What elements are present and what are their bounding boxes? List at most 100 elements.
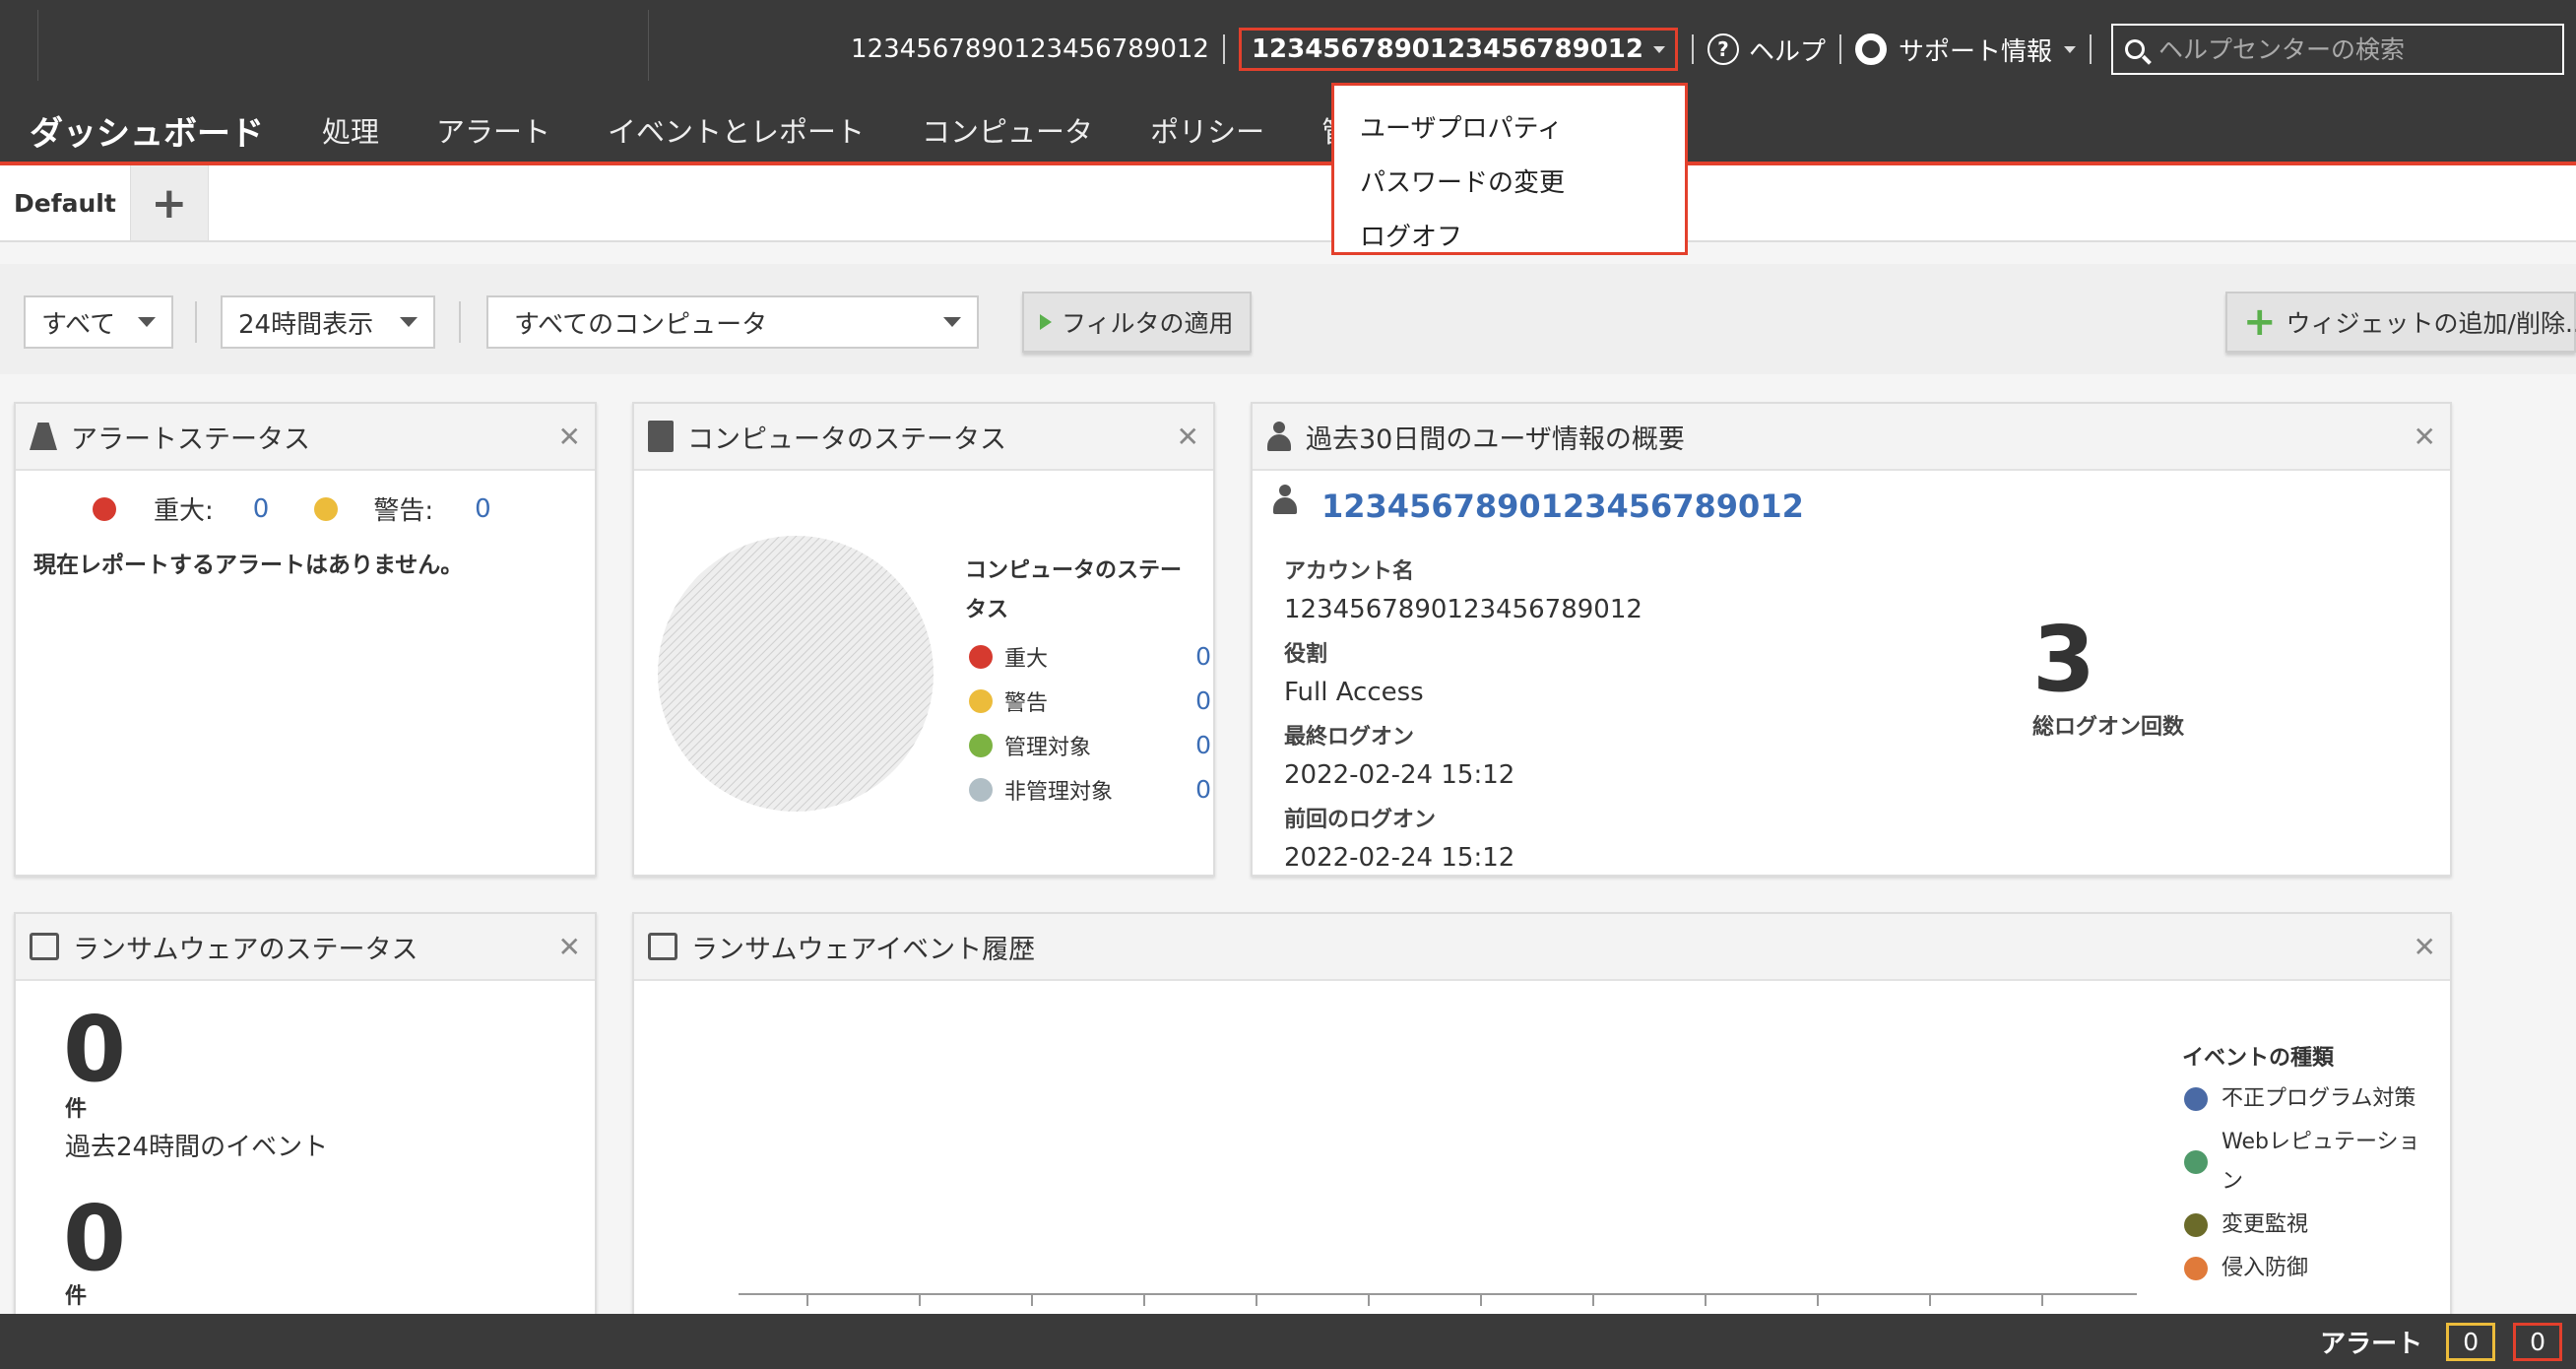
apply-filter-button[interactable]: フィルタの適用	[1022, 292, 1252, 353]
last-logon-value: 2022-02-24 15:12	[1284, 760, 1515, 790]
logon-count-label: 総ログオン回数	[2032, 715, 2185, 740]
tab-default[interactable]: Default	[0, 165, 130, 240]
username-link[interactable]: 1234567890123456789012	[1321, 488, 1804, 525]
user-details: アカウント名 1234567890123456789012 役割 Full Ac…	[1284, 554, 1642, 875]
close-icon[interactable]: ✕	[1177, 421, 1199, 453]
help-search-box[interactable]	[2111, 24, 2564, 75]
legend-label: 管理対象	[1004, 735, 1092, 760]
status-footer: アラート 0 0	[0, 1314, 2576, 1369]
computers-select-value: すべてのコンピュータ	[514, 309, 768, 340]
add-widget-label: ウィジェットの追加/削除...	[2286, 309, 2576, 338]
legend-item: 侵入防御	[2184, 1249, 2420, 1288]
ransomware-status-widget: ランサムウェアのステータス ✕ 0 件 過去24時間のイベント 0 件	[14, 912, 597, 1326]
add-widget-button[interactable]: + ウィジェットの追加/削除...	[2225, 292, 2576, 353]
close-icon[interactable]: ✕	[2414, 421, 2436, 453]
close-icon[interactable]: ✕	[558, 421, 581, 453]
nav-dashboard[interactable]: ダッシュボード	[30, 106, 264, 155]
account-value: 1234567890123456789012	[1284, 595, 1642, 624]
menu-item-logoff[interactable]: ログオフ	[1334, 208, 1685, 262]
legend-item: 不正プログラム対策	[2184, 1079, 2420, 1119]
warning-count[interactable]: 0	[475, 494, 491, 524]
menu-item-change-password[interactable]: パスワードの変更	[1334, 154, 1685, 208]
ransomware-history-widget: ランサムウェアイベント履歴 ✕ イベントの種類 不正プログラム対策 Webレピュ…	[632, 912, 2452, 1326]
computer-status-widget: コンピュータのステータス ✕ コンピュータのステータス 重大 0 警告 0 管理…	[632, 402, 1215, 877]
divider	[1691, 34, 1694, 64]
alert-icon	[30, 423, 57, 450]
footer-alert-label[interactable]: アラート	[2320, 1324, 2422, 1360]
computers-select[interactable]: すべてのコンピュータ	[486, 295, 979, 349]
user-summary-widget: 過去30日間のユーザ情報の概要 ✕ 1234567890123456789012…	[1251, 402, 2452, 877]
search-icon	[2125, 39, 2145, 59]
nav-alerts[interactable]: アラート	[436, 109, 550, 151]
nav-policies[interactable]: ポリシー	[1150, 109, 1264, 151]
nav-actions[interactable]: 処理	[322, 109, 379, 151]
last-logon-label: 最終ログオン	[1284, 725, 1415, 750]
widget-header: コンピュータのステータス ✕	[634, 404, 1213, 471]
empty-pie-slice	[658, 536, 934, 812]
question-circle-icon: ?	[1707, 33, 1739, 65]
play-icon	[1040, 314, 1052, 330]
legend-title: コンピュータのステータス	[965, 558, 1183, 622]
severity-select[interactable]: すべて	[24, 295, 173, 349]
divider	[2090, 34, 2092, 64]
add-tab-button[interactable]: +	[129, 165, 209, 240]
user-icon	[1266, 422, 1292, 451]
caret-down-icon	[2064, 45, 2076, 53]
warning-dot-icon	[314, 496, 339, 521]
divider	[195, 301, 197, 343]
user-menu-button[interactable]: 1234567890123456789012	[1238, 28, 1678, 71]
chevron-down-icon	[943, 317, 961, 327]
widget-header: 過去30日間のユーザ情報の概要 ✕	[1253, 404, 2450, 471]
critical-count[interactable]: 0	[253, 494, 270, 524]
critical-dot-icon	[969, 644, 993, 669]
critical-count-badge[interactable]: 0	[2513, 1322, 2562, 1361]
legend-label: 重大	[1004, 646, 1049, 672]
legend-title: イベントの種類	[2182, 1046, 2335, 1071]
status-pie-chart	[658, 536, 934, 812]
legend-dot-icon	[2184, 1257, 2208, 1280]
divider	[37, 10, 38, 81]
help-label: ヘルプ	[1748, 36, 1826, 67]
top-bar: 1234567890123456789012 12345678901234567…	[0, 0, 2576, 98]
no-alerts-message: 現在レポートするアラートはありません。	[33, 553, 464, 578]
alert-status-widget: アラートステータス ✕ 重大: 0 警告: 0 現在レポートするアラートはありま…	[14, 402, 597, 877]
caret-down-icon	[1652, 45, 1665, 53]
severity-select-value: すべて	[41, 309, 116, 340]
widget-title: アラートステータス	[71, 424, 310, 455]
user-menu-label: 1234567890123456789012	[1251, 34, 1643, 64]
nav-computers[interactable]: コンピュータ	[922, 109, 1093, 151]
divider	[459, 301, 461, 343]
legend-count[interactable]: 0	[1195, 642, 1211, 671]
legend-row-unmanaged: 非管理対象 0	[969, 767, 1211, 812]
close-icon[interactable]: ✕	[2414, 931, 2436, 963]
event-count-total: 0	[63, 1186, 127, 1291]
warning-count-badge[interactable]: 0	[2446, 1322, 2496, 1361]
server-icon	[648, 421, 674, 452]
menu-item-user-properties[interactable]: ユーザプロパティ	[1334, 99, 1685, 154]
legend-item: 変更監視	[2184, 1206, 2420, 1245]
close-icon[interactable]: ✕	[558, 931, 581, 963]
nav-events-reports[interactable]: イベントとレポート	[608, 109, 865, 151]
legend-label: 変更監視	[2222, 1212, 2309, 1237]
support-menu-button[interactable]: サポート情報	[1854, 32, 2076, 68]
help-search-input[interactable]	[2157, 34, 2550, 64]
account-label: アカウント名	[1284, 559, 1415, 584]
legend-label: Webレピュテーション	[2222, 1130, 2420, 1194]
legend-label: 侵入防御	[2222, 1256, 2309, 1280]
chevron-down-icon	[400, 317, 418, 327]
filter-bar: すべて 24時間表示 すべてのコンピュータ フィルタの適用 + ウィジェットの追…	[0, 264, 2576, 374]
status-legend: 重大 0 警告 0 管理対象 0 非管理対象 0	[969, 634, 1211, 812]
legend-count[interactable]: 0	[1195, 686, 1211, 715]
period-select[interactable]: 24時間表示	[221, 295, 435, 349]
lock-icon	[648, 933, 677, 960]
widget-header: ランサムウェアイベント履歴 ✕	[634, 914, 2450, 981]
event-unit: 件	[65, 1097, 88, 1122]
legend-item: Webレピュテーション	[2184, 1123, 2420, 1202]
prev-logon-value: 2022-02-24 15:12	[1284, 843, 1515, 873]
legend-count[interactable]: 0	[1195, 775, 1211, 804]
widget-header: ランサムウェアのステータス ✕	[16, 914, 595, 981]
plus-icon: +	[2243, 299, 2277, 345]
legend-count[interactable]: 0	[1195, 731, 1211, 759]
divider	[1838, 34, 1841, 64]
help-link[interactable]: ? ヘルプ	[1707, 32, 1826, 68]
